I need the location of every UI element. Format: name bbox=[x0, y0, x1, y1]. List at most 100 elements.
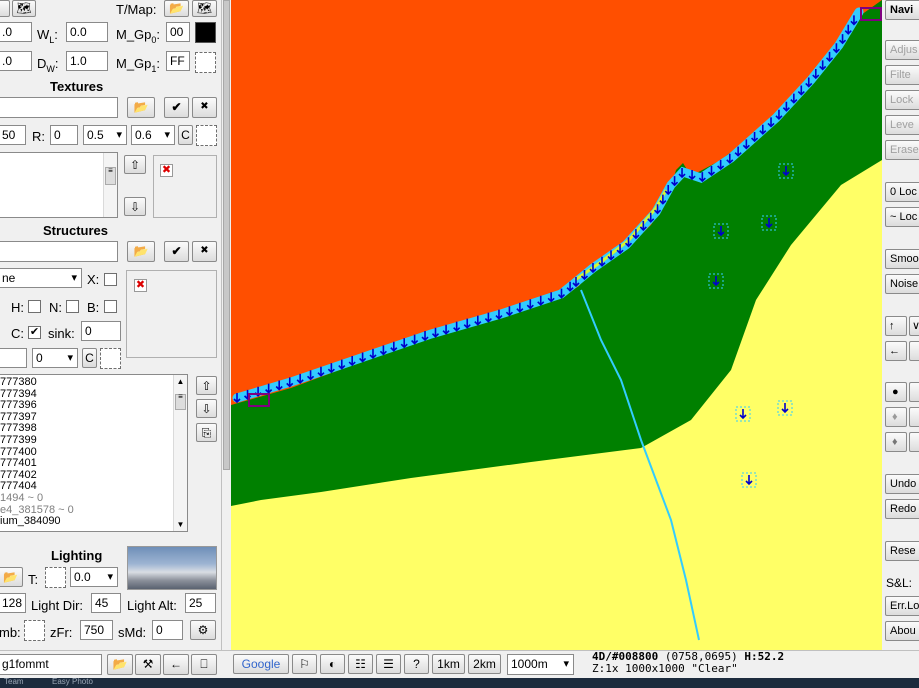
wl-input[interactable]: 0.0 bbox=[66, 22, 108, 42]
structure-type-select[interactable]: ne bbox=[0, 268, 82, 288]
zoom-2km-button[interactable]: 2km bbox=[468, 654, 501, 674]
tools-button[interactable]: ⚒ bbox=[135, 654, 161, 675]
brush-large-button-2[interactable] bbox=[909, 382, 919, 402]
mgp0-color-swatch[interactable] bbox=[195, 22, 216, 43]
tmap-world-button[interactable]: 🗺 bbox=[192, 0, 217, 17]
filter-button[interactable]: Filte bbox=[885, 65, 919, 85]
undo-button[interactable]: Undo bbox=[885, 474, 919, 494]
light-dir-input[interactable]: 45 bbox=[91, 593, 121, 613]
zfr-input[interactable]: 750 bbox=[80, 620, 113, 640]
taskbar-item-team[interactable]: Team bbox=[4, 678, 24, 686]
drop-small-button[interactable]: ♦ bbox=[885, 407, 907, 427]
list-item[interactable]: ium_384090 bbox=[0, 516, 187, 528]
zero-lock-button[interactable]: 0 Loc bbox=[885, 182, 919, 202]
structure-list[interactable]: ▲ ≡ ▼ 777380 777394 777396 777397 777398 7773… bbox=[0, 374, 188, 532]
arrow-left-button[interactable]: ← bbox=[885, 341, 907, 361]
structure-extra-input[interactable] bbox=[0, 348, 27, 368]
adjust-button[interactable]: Adjus bbox=[885, 40, 919, 60]
erase-button[interactable]: Erase bbox=[885, 140, 919, 160]
back-button[interactable]: ← bbox=[163, 654, 189, 675]
globe-button[interactable]: ◐ bbox=[320, 654, 345, 674]
map-icon-button[interactable]: 🗺 bbox=[12, 0, 36, 17]
texture-select-1[interactable]: 0.5 bbox=[83, 125, 127, 145]
texture-r-input[interactable]: 0 bbox=[50, 125, 78, 145]
mgp1-input[interactable]: FF bbox=[166, 51, 190, 71]
navigate-button[interactable]: Navi bbox=[885, 0, 919, 20]
structure-open-button[interactable]: 📂 bbox=[127, 241, 155, 262]
lighting-t-swatch[interactable] bbox=[45, 567, 66, 588]
list-item[interactable]: 777380 bbox=[0, 376, 187, 389]
lighting-t-select[interactable]: 0.0 bbox=[70, 567, 118, 587]
smooth-button[interactable]: Smoo bbox=[885, 249, 919, 269]
taskbar-item-easy-photo[interactable]: Easy Photo bbox=[52, 678, 93, 686]
structure-list-scrollbar[interactable]: ▲ ≡ ▼ bbox=[173, 375, 187, 531]
dw-input[interactable]: 1.0 bbox=[66, 51, 108, 71]
google-button[interactable]: Google bbox=[233, 654, 289, 674]
drop-large-button-2[interactable] bbox=[909, 432, 919, 452]
lighting-128-input[interactable]: 128 bbox=[0, 593, 26, 613]
texture-c-button[interactable]: C bbox=[178, 125, 193, 145]
about-button[interactable]: Abou bbox=[885, 621, 919, 641]
arrow-up-button[interactable]: ↑ bbox=[885, 316, 907, 336]
map-view[interactable] bbox=[231, 0, 882, 650]
ambient-swatch[interactable] bbox=[24, 620, 45, 641]
split-button[interactable]: ☷ bbox=[348, 654, 373, 674]
row2-left-input[interactable]: .0 bbox=[0, 51, 32, 71]
scale-select[interactable]: 1000m bbox=[507, 654, 574, 675]
terrain-map[interactable] bbox=[231, 0, 882, 650]
texture-list-scrollbar[interactable]: ≡ bbox=[103, 153, 117, 217]
texture-value-input[interactable]: 50 bbox=[0, 125, 26, 145]
drop-small-button-2[interactable] bbox=[909, 407, 919, 427]
panel-scrollbar[interactable] bbox=[222, 0, 231, 650]
list-item[interactable]: 777401 bbox=[0, 458, 187, 470]
structure-value-select[interactable]: 0 bbox=[32, 348, 78, 368]
texture-open-button[interactable]: 📂 bbox=[127, 97, 155, 118]
brush-large-button[interactable]: ● bbox=[885, 382, 907, 402]
text-button[interactable]: ☰ bbox=[376, 654, 401, 674]
structure-c-button[interactable]: C bbox=[82, 348, 97, 368]
lighting-settings-button[interactable]: ⚙ bbox=[190, 620, 216, 640]
arrow-down-button[interactable]: ∨ bbox=[909, 316, 919, 336]
monitor-button[interactable]: ⎕ bbox=[191, 654, 217, 675]
texture-select-2[interactable]: 0.6 bbox=[131, 125, 175, 145]
texture-apply-button[interactable]: ✔ bbox=[164, 97, 189, 118]
structure-move-down-button[interactable]: ⇩ bbox=[196, 399, 217, 418]
structure-copy-button[interactable]: ⎘ bbox=[196, 423, 217, 442]
structure-n-checkbox[interactable] bbox=[66, 300, 79, 313]
zoom-1km-button[interactable]: 1km bbox=[432, 654, 465, 674]
structure-move-up-button[interactable]: ⇧ bbox=[196, 376, 217, 395]
light-alt-input[interactable]: 25 bbox=[185, 593, 216, 613]
structure-x-checkbox[interactable] bbox=[104, 273, 117, 286]
list-item[interactable]: 777399 bbox=[0, 434, 187, 447]
err-log-button[interactable]: Err.Lo bbox=[885, 596, 919, 616]
level-button[interactable]: Leve bbox=[885, 115, 919, 135]
texture-list[interactable]: ≡ bbox=[0, 152, 118, 218]
list-item[interactable]: 1494 ~ 0 bbox=[0, 492, 187, 505]
structure-color-swatch[interactable] bbox=[100, 348, 121, 369]
file-open-button[interactable]: 📂 bbox=[107, 654, 133, 675]
not-lock-button[interactable]: ~ Loc bbox=[885, 207, 919, 227]
structure-sink-input[interactable]: 0 bbox=[81, 321, 121, 341]
smd-input[interactable]: 0 bbox=[152, 620, 183, 640]
texture-path-input[interactable] bbox=[0, 97, 118, 118]
row1-left-input[interactable]: .0 bbox=[0, 22, 32, 42]
structure-apply-button[interactable]: ✔ bbox=[164, 241, 189, 262]
arrow-right-button[interactable] bbox=[909, 341, 919, 361]
mgp1-color-swatch[interactable] bbox=[195, 52, 216, 73]
lighting-open-button[interactable]: 📂 bbox=[0, 567, 23, 587]
texture-color-swatch[interactable] bbox=[196, 125, 217, 146]
drop-large-button[interactable]: ♦ bbox=[885, 432, 907, 452]
texture-move-down-button[interactable]: ⇩ bbox=[124, 197, 146, 216]
structure-c-checkbox[interactable]: ✔ bbox=[28, 326, 41, 339]
noise-button[interactable]: Noise bbox=[885, 274, 919, 294]
texture-move-up-button[interactable]: ⇧ bbox=[124, 155, 146, 174]
structure-path-input[interactable] bbox=[0, 241, 118, 262]
lock-button[interactable]: Lock bbox=[885, 90, 919, 110]
flag-button[interactable]: ⚐ bbox=[292, 654, 317, 674]
mgp0-input[interactable]: 00 bbox=[166, 22, 190, 42]
tmap-open-button[interactable]: 📂 bbox=[164, 0, 189, 17]
structure-b-checkbox[interactable] bbox=[104, 300, 117, 313]
structure-h-checkbox[interactable] bbox=[28, 300, 41, 313]
structure-delete-button[interactable]: ✖ bbox=[192, 241, 217, 262]
view-button-a[interactable] bbox=[0, 0, 10, 17]
